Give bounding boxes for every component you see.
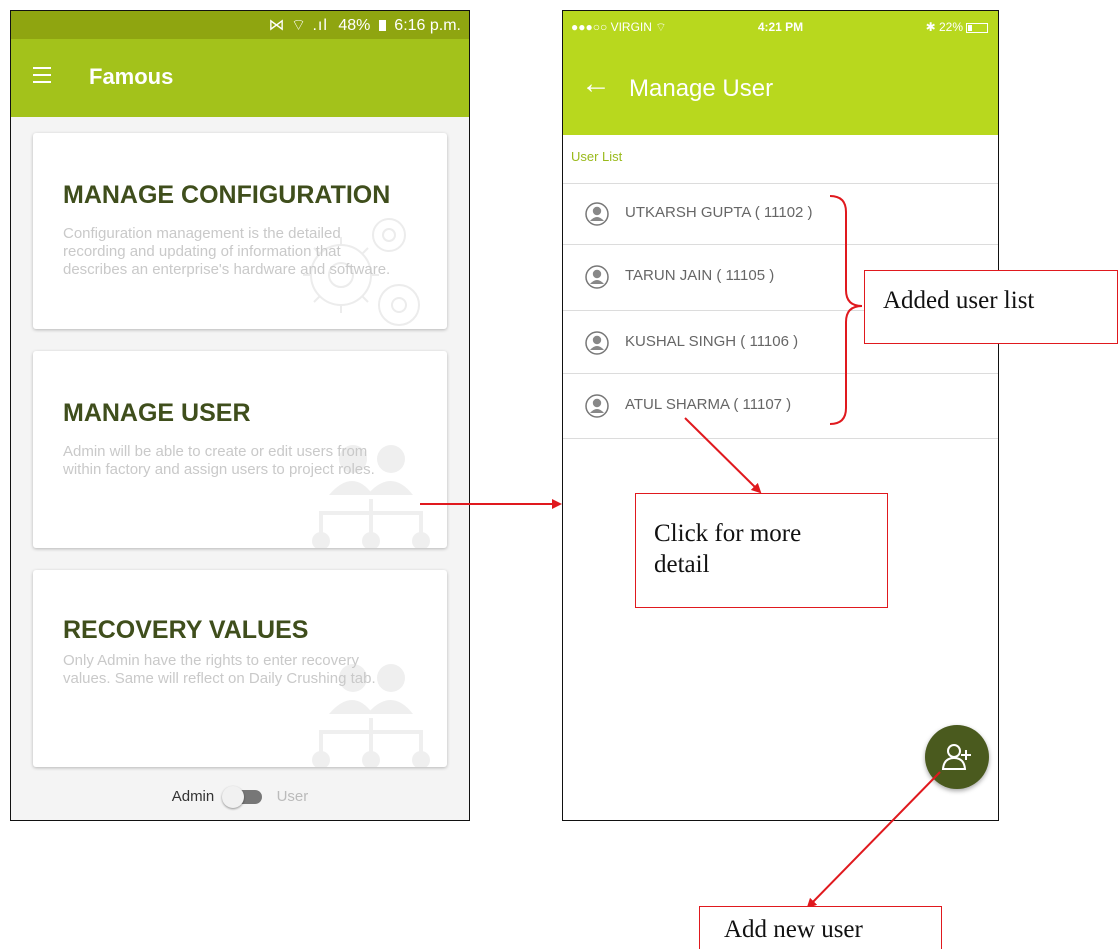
detail-arrow [684,417,762,494]
user-list-brace [829,195,863,425]
callout-text: detail [654,551,710,578]
callout-text: Click for more [654,520,802,547]
add-user-arrow [806,771,941,909]
added-user-list-callout: Added user list [864,270,1118,344]
add-new-user-callout: Add new user [699,906,942,949]
callout-text: Add new user [724,916,863,943]
annotation-overlay [420,195,941,909]
click-detail-callout: Click for more detail [635,493,888,608]
callout-text: Added user list [883,287,1035,314]
